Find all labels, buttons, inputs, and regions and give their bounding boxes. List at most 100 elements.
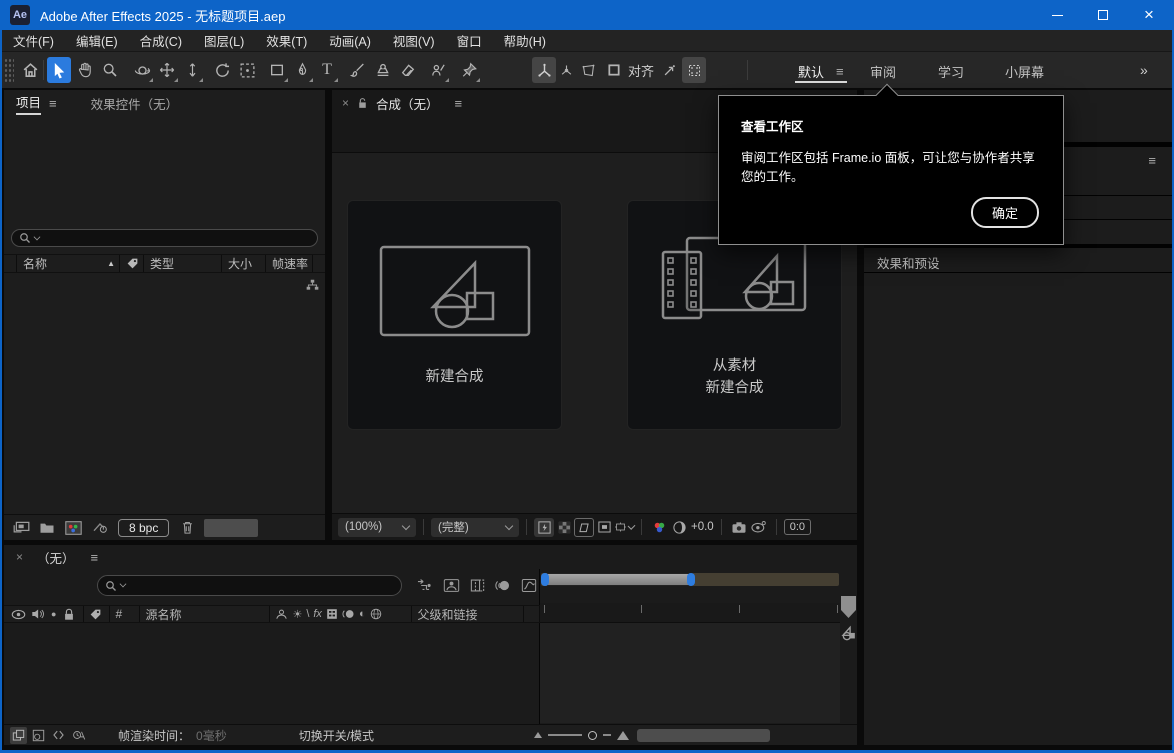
- exposure-value[interactable]: +0.0: [691, 521, 714, 533]
- frame-blending-icon[interactable]: [470, 578, 485, 593]
- column-switches[interactable]: ☀ \ fx ◐: [269, 606, 411, 622]
- tab-project[interactable]: 项目: [16, 92, 41, 115]
- work-area-end-handle[interactable]: [687, 573, 695, 586]
- type-tool[interactable]: T: [315, 57, 339, 83]
- lock-icon[interactable]: [63, 608, 75, 621]
- solo-icon[interactable]: ●: [51, 609, 56, 619]
- motion-blur-icon[interactable]: [495, 578, 511, 593]
- timeline-track-area[interactable]: [540, 623, 840, 723]
- zoom-slider-knob[interactable]: [588, 731, 597, 740]
- project-panel-menu-icon[interactable]: ≡: [49, 96, 57, 111]
- composition-tab-close-icon[interactable]: ×: [342, 96, 349, 110]
- time-ruler[interactable]: [540, 603, 840, 623]
- brush-tool[interactable]: [346, 57, 370, 83]
- preview-time-value[interactable]: 0:0: [784, 519, 811, 535]
- snap-toggle[interactable]: [602, 57, 626, 83]
- menu-help[interactable]: 帮助(H): [493, 30, 557, 52]
- interpret-footage-button[interactable]: [12, 520, 31, 535]
- transparency-grid-button[interactable]: [554, 518, 574, 537]
- axis-local-mode[interactable]: [532, 57, 556, 83]
- exposure-reset-button[interactable]: [669, 518, 689, 537]
- work-area-start-handle[interactable]: [541, 573, 549, 586]
- clone-stamp-tool[interactable]: [371, 57, 395, 83]
- audio-icon[interactable]: [31, 608, 44, 620]
- column-index[interactable]: #: [109, 606, 139, 622]
- column-label-color[interactable]: [119, 255, 143, 272]
- channel-rgb-button[interactable]: [649, 518, 669, 537]
- work-area-bar[interactable]: [541, 573, 839, 586]
- composition-tab-label[interactable]: 合成（无）: [376, 94, 439, 113]
- fast-previews-button[interactable]: [534, 518, 554, 537]
- menu-view[interactable]: 视图(V): [382, 30, 446, 52]
- rectangle-tool[interactable]: [265, 57, 289, 83]
- zoom-slider-track[interactable]: [548, 734, 582, 736]
- column-framerate[interactable]: 帧速率: [265, 255, 313, 272]
- maximize-button[interactable]: [1080, 0, 1126, 30]
- workspace-overflow-button[interactable]: »: [1140, 57, 1148, 83]
- menu-effect[interactable]: 效果(T): [255, 30, 318, 52]
- new-folder-button[interactable]: [39, 521, 55, 534]
- search-options-chevron[interactable]: [120, 581, 127, 588]
- pan-camera-tool[interactable]: [155, 57, 179, 83]
- unlock-icon[interactable]: [357, 97, 368, 110]
- axis-view-mode[interactable]: [576, 57, 600, 83]
- tooltip-ok-button[interactable]: 确定: [971, 197, 1039, 228]
- info-panel-menu-icon[interactable]: ≡: [1148, 152, 1156, 170]
- composition-mini-flowchart-icon[interactable]: [416, 578, 433, 593]
- effects-presets-panel-header[interactable]: 效果和预设: [877, 253, 940, 272]
- camera-region-tool[interactable]: [235, 57, 259, 83]
- crop-region-button[interactable]: [614, 518, 634, 537]
- close-button[interactable]: ×: [1126, 0, 1172, 30]
- resolution-dropdown[interactable]: (完整): [431, 518, 519, 537]
- right-panel-divider[interactable]: [864, 272, 1172, 273]
- mask-visibility-toggle[interactable]: [682, 57, 706, 83]
- marker-bin-button[interactable]: [840, 595, 857, 624]
- eye-icon[interactable]: [11, 609, 26, 620]
- menu-composition[interactable]: 合成(C): [129, 30, 193, 52]
- proxy-toggle-button[interactable]: [92, 521, 108, 535]
- workspace-tab-learn[interactable]: 学习: [938, 57, 964, 85]
- project-flowchart-button[interactable]: [305, 278, 320, 297]
- menu-window[interactable]: 窗口: [446, 30, 493, 52]
- work-area-used-segment[interactable]: [547, 573, 693, 586]
- menu-layer[interactable]: 图层(L): [193, 30, 255, 52]
- composition-panel-menu-icon[interactable]: ≡: [455, 96, 463, 111]
- magnification-dropdown[interactable]: (100%): [338, 518, 416, 537]
- column-type[interactable]: 类型: [143, 255, 221, 272]
- snapshot-button[interactable]: [729, 518, 749, 537]
- axis-world-mode[interactable]: [554, 57, 578, 83]
- timeline-zoom-control[interactable]: [534, 731, 629, 740]
- timeline-search-input[interactable]: [97, 575, 402, 596]
- pen-tool[interactable]: [290, 57, 314, 83]
- menu-file[interactable]: 文件(F): [2, 30, 65, 52]
- home-button[interactable]: [18, 57, 42, 83]
- toggle-switches-modes-button[interactable]: 切换开关/模式: [299, 727, 374, 744]
- delete-button[interactable]: [181, 520, 194, 535]
- tab-effect-controls[interactable]: 效果控件（无）: [91, 94, 179, 113]
- column-name[interactable]: 名称 ▲: [16, 255, 119, 272]
- timeline-tab-label[interactable]: （无）: [37, 548, 75, 567]
- snap-arrow-option[interactable]: [657, 57, 681, 83]
- toolbar-grip[interactable]: [4, 58, 14, 82]
- search-options-chevron[interactable]: [34, 233, 41, 240]
- zoom-tool[interactable]: [98, 57, 122, 83]
- project-footer-scrollbar[interactable]: [204, 519, 258, 537]
- mask-toggle-button[interactable]: [594, 518, 614, 537]
- expand-render-time-button[interactable]: [70, 727, 87, 744]
- menu-edit[interactable]: 编辑(E): [65, 30, 129, 52]
- workspace-tab-small-screen[interactable]: 小屏幕: [1005, 57, 1044, 85]
- graph-editor-icon[interactable]: [521, 578, 537, 593]
- menu-animation[interactable]: 动画(A): [318, 30, 382, 52]
- eraser-tool[interactable]: [396, 57, 420, 83]
- column-source-name[interactable]: 源名称: [139, 606, 269, 622]
- timeline-panel-menu-icon[interactable]: ≡: [91, 550, 99, 565]
- new-composition-button[interactable]: [65, 521, 82, 535]
- expand-in-out-button[interactable]: [50, 727, 67, 744]
- column-label[interactable]: [83, 606, 109, 622]
- workspace-menu-icon[interactable]: ≡: [836, 57, 844, 85]
- column-parent-link[interactable]: 父级和链接: [411, 606, 523, 622]
- expand-layer-switches-button[interactable]: [10, 727, 27, 744]
- hand-tool[interactable]: [73, 57, 97, 83]
- timeline-tab-close-icon[interactable]: ×: [16, 550, 23, 564]
- orbit-camera-tool[interactable]: [130, 57, 154, 83]
